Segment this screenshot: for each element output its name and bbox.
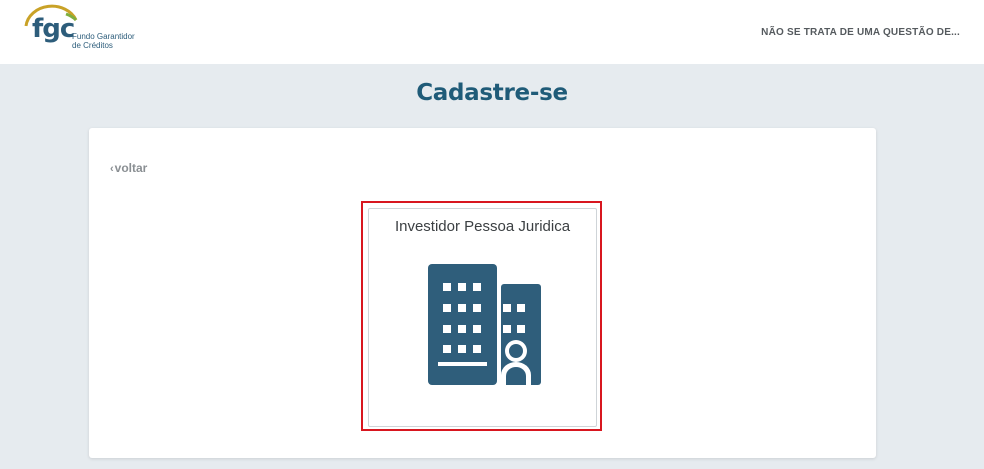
notice-link[interactable]: NÃO SE TRATA DE UMA QUESTÃO DE... — [761, 27, 960, 38]
signup-card: ‹voltar Investidor Pessoa Juridica — [89, 128, 876, 458]
page-title: Cadastre-se — [416, 80, 568, 106]
top-header: fgc Fundo Garantidor de Créditos NÃO SE … — [0, 0, 984, 64]
option-title: Investidor Pessoa Juridica — [394, 218, 571, 235]
building-person-icon — [428, 264, 543, 391]
back-link[interactable]: ‹voltar — [110, 161, 147, 175]
logo-subtitle: Fundo Garantidor de Créditos — [72, 32, 135, 50]
back-link-label: voltar — [114, 161, 148, 175]
fgc-logo[interactable]: fgc Fundo Garantidor de Créditos — [22, 4, 142, 58]
logo-subtitle-line2: de Créditos — [72, 41, 113, 50]
logo-subtitle-line1: Fundo Garantidor — [72, 32, 135, 41]
logo-wordmark: fgc — [32, 14, 75, 44]
option-investidor-pessoa-juridica[interactable]: Investidor Pessoa Juridica — [368, 208, 597, 427]
chevron-left-icon: ‹ — [110, 163, 114, 175]
